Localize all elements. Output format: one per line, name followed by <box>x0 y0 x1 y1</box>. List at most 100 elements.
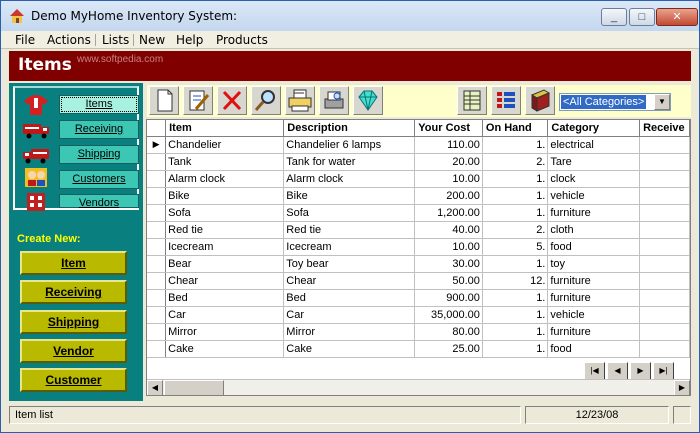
create-vendor-button[interactable]: Vendor <box>20 339 127 363</box>
cell-item[interactable]: Sofa <box>165 204 285 222</box>
cell-description[interactable]: Cake <box>283 340 416 358</box>
menu-lists[interactable]: Lists <box>102 33 129 47</box>
cell-your-cost[interactable]: 110.00 <box>414 136 483 154</box>
table-row[interactable]: Chear Chear 50.00 12. furniture <box>147 272 690 290</box>
table-row[interactable]: Bed Bed 900.00 1. furniture <box>147 289 690 307</box>
cell-description[interactable]: Mirror <box>283 323 416 341</box>
chevron-down-icon[interactable]: ▼ <box>654 94 670 110</box>
cell-receive[interactable] <box>639 187 690 205</box>
create-customer-button[interactable]: Customer <box>20 368 127 392</box>
nav-customers[interactable]: Customers <box>59 170 139 189</box>
cell-item[interactable]: Tank <box>165 153 285 171</box>
cell-item[interactable]: Mirror <box>165 323 285 341</box>
row-selector[interactable] <box>147 153 167 171</box>
cell-on-hand[interactable]: 5. <box>482 238 549 256</box>
cell-on-hand[interactable]: 1. <box>482 340 549 358</box>
cell-category[interactable]: vehicle <box>547 306 641 324</box>
cell-description[interactable]: Chandelier 6 lamps <box>283 136 416 154</box>
print-button[interactable] <box>285 86 315 115</box>
book-button[interactable] <box>525 86 555 115</box>
nav-vendors[interactable]: Vendors <box>59 194 139 209</box>
cell-receive[interactable] <box>639 170 690 188</box>
close-button[interactable]: ✕ <box>656 8 698 26</box>
next-record-button[interactable]: ▶ <box>630 362 651 380</box>
cell-item[interactable]: Cake <box>165 340 285 358</box>
menu-new[interactable]: New <box>139 33 165 47</box>
table-row[interactable]: Tank Tank for water 20.00 2. Tare <box>147 153 690 171</box>
cell-on-hand[interactable]: 1. <box>482 255 549 273</box>
cell-item[interactable]: Alarm clock <box>165 170 285 188</box>
cell-item[interactable]: Bear <box>165 255 285 273</box>
row-selector[interactable] <box>147 170 167 188</box>
cell-on-hand[interactable]: 1. <box>482 323 549 341</box>
row-selector[interactable] <box>147 221 167 239</box>
menu-actions[interactable]: Actions <box>47 33 91 47</box>
cell-your-cost[interactable]: 10.00 <box>414 238 483 256</box>
previous-record-button[interactable]: ◀ <box>607 362 628 380</box>
row-selector[interactable] <box>147 255 167 273</box>
minimize-button[interactable]: _ <box>601 8 627 26</box>
cell-category[interactable]: toy <box>547 255 641 273</box>
cell-on-hand[interactable]: 2. <box>482 221 549 239</box>
cell-receive[interactable] <box>639 238 690 256</box>
cell-item[interactable]: Icecream <box>165 238 285 256</box>
cell-your-cost[interactable]: 35,000.00 <box>414 306 483 324</box>
cell-category[interactable]: cloth <box>547 221 641 239</box>
cell-on-hand[interactable]: 1. <box>482 306 549 324</box>
menu-help[interactable]: Help <box>176 33 203 47</box>
column-header-item[interactable]: Item <box>165 120 285 137</box>
cell-category[interactable]: furniture <box>547 323 641 341</box>
cell-description[interactable]: Bed <box>283 289 416 307</box>
cell-category[interactable]: furniture <box>547 289 641 307</box>
cell-your-cost[interactable]: 200.00 <box>414 187 483 205</box>
cell-on-hand[interactable]: 2. <box>482 153 549 171</box>
row-selector[interactable] <box>147 238 167 256</box>
cell-description[interactable]: Bike <box>283 187 416 205</box>
cell-your-cost[interactable]: 40.00 <box>414 221 483 239</box>
table-row[interactable]: Bike Bike 200.00 1. vehicle <box>147 187 690 205</box>
spreadsheet-button[interactable] <box>457 86 487 115</box>
column-header-category[interactable]: Category <box>547 120 641 137</box>
row-selector[interactable] <box>147 204 167 222</box>
table-row[interactable]: Alarm clock Alarm clock 10.00 1. clock <box>147 170 690 188</box>
table-row[interactable]: Car Car 35,000.00 1. vehicle <box>147 306 690 324</box>
cell-your-cost[interactable]: 900.00 <box>414 289 483 307</box>
title-bar[interactable]: Demo MyHome Inventory System: _ □ ✕ <box>1 1 699 31</box>
table-row[interactable]: Mirror Mirror 80.00 1. furniture <box>147 323 690 341</box>
cell-category[interactable]: clock <box>547 170 641 188</box>
column-header-on-hand[interactable]: On Hand <box>482 120 549 137</box>
cell-item[interactable]: Chandelier <box>165 136 285 154</box>
cell-category[interactable]: vehicle <box>547 187 641 205</box>
delete-button[interactable] <box>217 86 247 115</box>
row-selector[interactable] <box>147 187 167 205</box>
scroll-right-icon[interactable]: ▶ <box>674 380 690 395</box>
row-selector[interactable] <box>147 340 167 358</box>
cell-category[interactable]: food <box>547 238 641 256</box>
cell-on-hand[interactable]: 12. <box>482 272 549 290</box>
nav-shipping[interactable]: Shipping <box>59 145 139 164</box>
row-selector[interactable] <box>147 272 167 290</box>
cell-category[interactable]: food <box>547 340 641 358</box>
cell-your-cost[interactable]: 50.00 <box>414 272 483 290</box>
cell-on-hand[interactable]: 1. <box>482 170 549 188</box>
maximize-button[interactable]: □ <box>629 8 655 26</box>
cell-receive[interactable] <box>639 204 690 222</box>
cell-receive[interactable] <box>639 255 690 273</box>
cell-description[interactable]: Sofa <box>283 204 416 222</box>
table-row[interactable]: Cake Cake 25.00 1. food <box>147 340 690 358</box>
row-selector[interactable] <box>147 323 167 341</box>
column-header-your-cost[interactable]: Your Cost <box>414 120 483 137</box>
cell-description[interactable]: Toy bear <box>283 255 416 273</box>
column-header-description[interactable]: Description <box>283 120 416 137</box>
cell-your-cost[interactable]: 10.00 <box>414 170 483 188</box>
cell-receive[interactable] <box>639 221 690 239</box>
nav-receiving[interactable]: Receiving <box>59 120 139 139</box>
table-row[interactable]: Red tie Red tie 40.00 2. cloth <box>147 221 690 239</box>
cell-item[interactable]: Car <box>165 306 285 324</box>
cell-item[interactable]: Bike <box>165 187 285 205</box>
cell-category[interactable]: Tare <box>547 153 641 171</box>
create-item-button[interactable]: Item <box>20 251 127 275</box>
cell-your-cost[interactable]: 80.00 <box>414 323 483 341</box>
cell-item[interactable]: Chear <box>165 272 285 290</box>
scroll-left-icon[interactable]: ◀ <box>147 380 163 395</box>
